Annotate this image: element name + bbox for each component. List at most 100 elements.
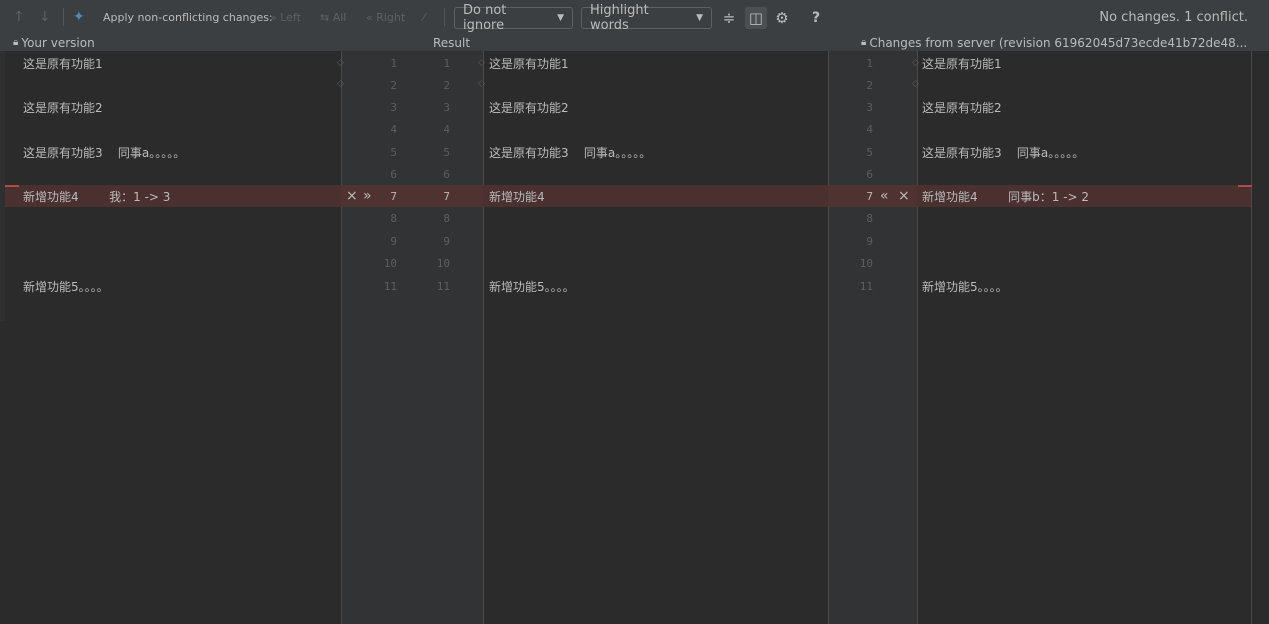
left-line-number: 4 [390, 122, 397, 136]
ignore-left-change-button[interactable]: × [346, 185, 358, 207]
result-line-3: 这是原有功能2 [489, 100, 569, 115]
right-line-number: 1 [866, 56, 873, 70]
apply-all-icon: ⇆ [320, 10, 333, 24]
center-left-gutter [341, 51, 483, 624]
apply-non-conflicting-label: Apply non-conflicting changes: [103, 10, 273, 24]
next-diff-icon[interactable]: ↓ [39, 0, 51, 34]
left-line-11: 新增功能5。。。。 [23, 279, 109, 294]
close-icon: × [346, 188, 358, 204]
help-icon[interactable]: ? [805, 7, 827, 29]
magic-wand-icon[interactable]: ⁄ [423, 0, 425, 34]
result-line-5: 这是原有功能3 同事a。。。。。 [489, 145, 652, 160]
result-line-number: 2 [443, 78, 450, 92]
caret-down-icon: ▼ [696, 13, 703, 23]
conflict-marker-right [1238, 185, 1252, 187]
fold-marker-icon[interactable]: ◇ [478, 58, 485, 68]
fold-marker-icon[interactable]: ◇ [912, 79, 919, 89]
magic-resolve-icon[interactable]: ✦ [73, 0, 85, 34]
close-icon: × [898, 188, 910, 204]
right-line-7-conflict: 新增功能4 同事b：1 -> 2 [922, 189, 1090, 204]
center-pane-title: Result [433, 35, 471, 50]
apply-left-label: Left [280, 10, 301, 24]
left-line-7-conflict: 新增功能4 我：1 -> 3 [23, 189, 171, 204]
right-line-1: 这是原有功能1 [922, 56, 1002, 71]
conflict-marker-left [5, 185, 19, 187]
fold-marker-icon[interactable]: ◇ [337, 58, 344, 68]
fold-marker-icon[interactable]: ◇ [478, 79, 485, 89]
left-line-number: 6 [390, 167, 397, 181]
divider [341, 51, 342, 624]
fold-marker-icon[interactable]: ◇ [912, 58, 919, 68]
double-chevron-right-icon: » [363, 188, 372, 204]
ignore-select-value: Do not ignore [463, 3, 507, 33]
right-line-3: 这是原有功能2 [922, 100, 1002, 115]
left-line-5: 这是原有功能3 同事a。。。。。 [23, 145, 186, 160]
settings-icon[interactable]: ⚙ [771, 7, 793, 29]
ignore-whitespace-select[interactable]: Do not ignore ▼ [454, 3, 573, 33]
left-line-1: 这是原有功能1 [23, 56, 103, 71]
accept-right-change-button[interactable]: « [880, 185, 889, 207]
left-line-number: 9 [390, 234, 397, 248]
right-line-number: 3 [866, 100, 873, 114]
double-chevron-left-icon: « [880, 188, 889, 204]
fold-marker-icon[interactable]: ◇ [337, 79, 344, 89]
result-line-number: 10 [436, 256, 450, 270]
apply-right-button[interactable]: « Right [366, 0, 405, 34]
right-pane-header: 🔒︎ Changes from server (revision 61962045… [861, 34, 1246, 51]
right-line-11: 新增功能5。。。。 [922, 279, 1008, 294]
result-line-number: 6 [443, 167, 450, 181]
toolbar-separator [63, 8, 64, 26]
lock-icon: 🔒︎ [861, 37, 867, 48]
right-line-number: 10 [859, 256, 873, 270]
result-line-7-conflict: 新增功能4 [489, 189, 545, 204]
left-line-number: 7 [390, 189, 397, 203]
sync-scroll-icon[interactable]: ◫ [745, 7, 767, 29]
right-line-number: 5 [866, 145, 873, 159]
ignore-right-change-button[interactable]: × [898, 185, 910, 207]
result-line-number: 11 [436, 279, 450, 293]
result-line-11: 新增功能5。。。。 [489, 279, 575, 294]
divider [483, 51, 484, 624]
result-line-number: 4 [443, 122, 450, 136]
result-line-number: 7 [443, 189, 450, 203]
apply-left-button[interactable]: » Left [270, 0, 301, 34]
apply-right-label: Right [376, 10, 406, 24]
scrollbar-right[interactable] [1251, 51, 1269, 624]
prev-diff-icon[interactable]: ↑ [13, 0, 25, 34]
left-line-number: 1 [390, 56, 397, 70]
right-pane-title: Changes from server (revision 61962045d7… [869, 35, 1246, 50]
toolbar-separator [444, 8, 445, 26]
highlight-mode-select[interactable]: Highlight words ▼ [581, 3, 712, 33]
apply-all-button[interactable]: ⇆ All [320, 0, 346, 34]
collapse-unchanged-icon[interactable]: ≑ [718, 7, 740, 29]
diff-status: No changes. 1 conflict. [1099, 10, 1248, 25]
left-line-number: 2 [390, 78, 397, 92]
right-line-number: 7 [866, 189, 873, 203]
result-line-1: 这是原有功能1 [489, 56, 569, 71]
accept-left-change-button[interactable]: » [363, 185, 372, 207]
divider [917, 51, 918, 624]
result-line-number: 5 [443, 145, 450, 159]
left-pane-title: Your version [21, 35, 95, 50]
left-pane-header: 🔒︎ Your version [13, 34, 95, 51]
double-chevron-left-icon: « [366, 10, 377, 24]
result-line-number: 8 [443, 211, 450, 225]
left-editor-pane[interactable] [0, 51, 341, 624]
divider [828, 51, 829, 624]
left-line-number: 10 [383, 256, 397, 270]
pane-headers: 🔒︎ Your version Result 🔒︎ Changes from ser… [0, 34, 1269, 51]
diff-toolbar: ↑ ↓ ✦ Apply non-conflicting changes: » L… [0, 0, 1269, 34]
right-line-number: 9 [866, 234, 873, 248]
right-line-5: 这是原有功能3 同事a。。。。。 [922, 145, 1085, 160]
left-line-3: 这是原有功能2 [23, 100, 103, 115]
result-line-number: 1 [443, 56, 450, 70]
right-line-number: 11 [859, 279, 873, 293]
left-line-number: 11 [383, 279, 397, 293]
lock-icon: 🔒︎ [13, 37, 19, 48]
highlight-select-value: Highlight words [590, 3, 649, 33]
double-chevron-right-icon: » [270, 10, 281, 24]
caret-down-icon: ▼ [557, 13, 564, 23]
divider [1251, 51, 1252, 624]
right-editor-pane[interactable] [917, 51, 1251, 624]
result-editor-pane[interactable] [483, 51, 828, 624]
